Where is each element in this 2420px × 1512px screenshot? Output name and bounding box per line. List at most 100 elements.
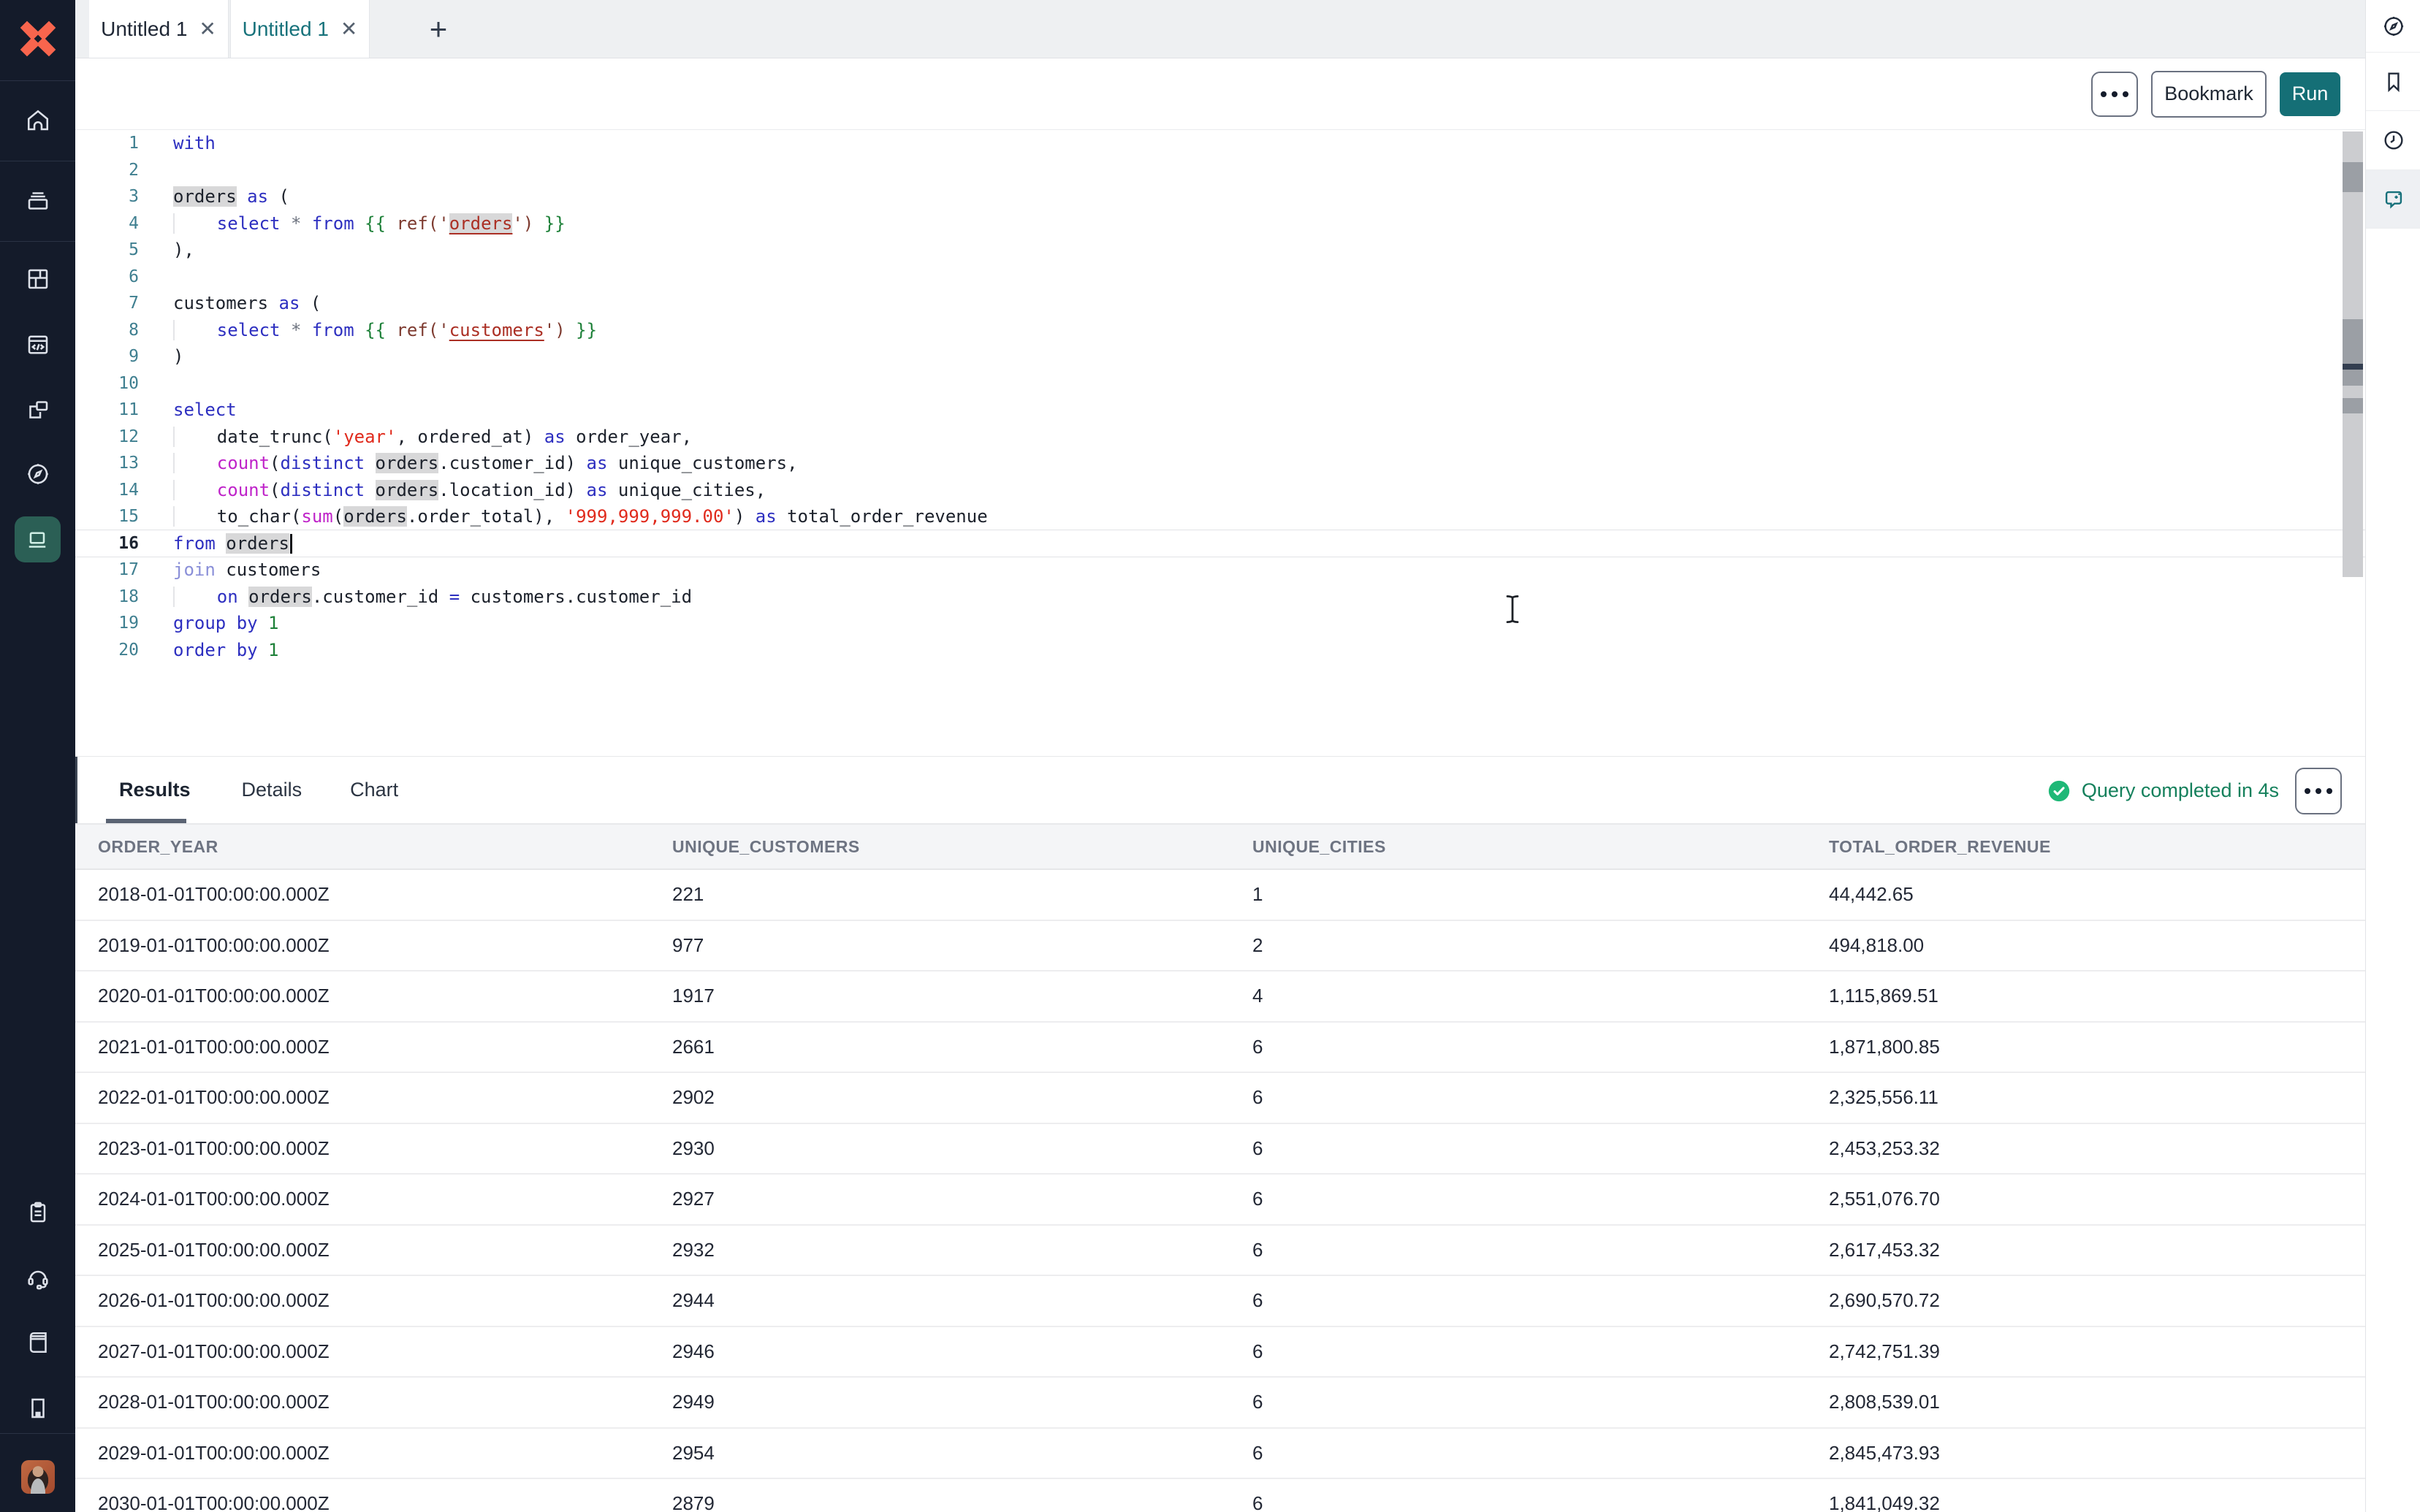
line-number: 11 <box>75 397 150 424</box>
templates-clipboard-icon[interactable] <box>0 1199 75 1226</box>
code-line[interactable]: 6 <box>75 264 2365 291</box>
code-line[interactable]: 18 on orders.customer_id = customers.cus… <box>75 584 2365 611</box>
table-row[interactable]: 2024-01-01T00:00:00.000Z292762,551,076.7… <box>75 1175 2365 1226</box>
code-text: order by 1 <box>150 637 279 664</box>
table-row[interactable]: 2023-01-01T00:00:00.000Z293062,453,253.3… <box>75 1124 2365 1175</box>
code-line[interactable]: 17join customers <box>75 557 2365 584</box>
table-cell: 6 <box>1252 1289 1829 1312</box>
line-number: 18 <box>75 584 150 611</box>
code-line[interactable]: 7customers as ( <box>75 290 2365 317</box>
bookmark-button[interactable]: Bookmark <box>2151 71 2267 118</box>
code-line[interactable]: 19group by 1 <box>75 610 2365 637</box>
tab-label: Untitled 1 <box>243 18 329 41</box>
text-caret <box>290 534 292 554</box>
table-row[interactable]: 2027-01-01T00:00:00.000Z294662,742,751.3… <box>75 1327 2365 1378</box>
tab-chart[interactable]: Chart <box>350 779 398 801</box>
explore-compass-icon[interactable] <box>2366 0 2420 53</box>
code-line[interactable]: 12 date_trunc('year', ordered_at) as ord… <box>75 424 2365 451</box>
bookmark-icon[interactable] <box>2366 53 2420 111</box>
code-line[interactable]: 4 select * from {{ ref('orders') }} <box>75 210 2365 237</box>
right-sidebar <box>2365 0 2420 1512</box>
table-cell: 6 <box>1252 1391 1829 1413</box>
code-text: on orders.customer_id = customers.custom… <box>150 584 692 611</box>
line-number: 13 <box>75 450 150 477</box>
table-cell: 977 <box>672 934 1252 957</box>
table-cell: 2019-01-01T00:00:00.000Z <box>98 934 672 957</box>
table-cell: 2,742,751.39 <box>1829 1340 2365 1363</box>
editor-scrollbar[interactable] <box>2343 131 2363 577</box>
home-icon[interactable] <box>0 107 75 134</box>
code-line[interactable]: 16from orders <box>75 530 2365 557</box>
table-row[interactable]: 2029-01-01T00:00:00.000Z295462,845,473.9… <box>75 1429 2365 1480</box>
code-line[interactable]: 11select <box>75 397 2365 424</box>
mouse-cursor-ibeam <box>1500 593 1525 629</box>
table-row[interactable]: 2025-01-01T00:00:00.000Z293262,617,453.3… <box>75 1226 2365 1277</box>
user-avatar[interactable] <box>21 1460 55 1494</box>
app-logo-x[interactable] <box>0 16 75 61</box>
table-cell: 2,617,453.32 <box>1829 1239 2365 1261</box>
close-icon[interactable]: ✕ <box>340 19 357 39</box>
code-line[interactable]: 9) <box>75 343 2365 370</box>
table-row[interactable]: 2019-01-01T00:00:00.000Z9772494,818.00 <box>75 921 2365 972</box>
table-cell: 2944 <box>672 1289 1252 1312</box>
table-cell: 2027-01-01T00:00:00.000Z <box>98 1340 672 1363</box>
table-row[interactable]: 2022-01-01T00:00:00.000Z290262,325,556.1… <box>75 1073 2365 1124</box>
line-number: 5 <box>75 237 150 264</box>
tab-untitled-2[interactable]: Untitled 1 ✕ <box>230 0 370 58</box>
table-cell: 6 <box>1252 1036 1829 1058</box>
results-more-button[interactable] <box>2295 768 2342 814</box>
table-cell: 2 <box>1252 934 1829 957</box>
organization-building-icon[interactable] <box>0 1395 75 1421</box>
column-header[interactable]: UNIQUE_CUSTOMERS <box>672 837 1252 857</box>
table-cell: 2879 <box>672 1492 1252 1512</box>
table-cell: 2024-01-01T00:00:00.000Z <box>98 1188 672 1210</box>
code-line[interactable]: 3orders as ( <box>75 183 2365 210</box>
explore-compass-icon[interactable] <box>0 461 75 487</box>
tab-untitled-1[interactable]: Untitled 1 ✕ <box>89 0 229 58</box>
history-clock-icon[interactable] <box>2366 111 2420 170</box>
ai-chat-sparkles-icon[interactable] <box>2366 170 2420 229</box>
code-line[interactable]: 8 select * from {{ ref('customers') }} <box>75 317 2365 344</box>
code-window-icon[interactable] <box>0 332 75 358</box>
tab-results[interactable]: Results <box>119 779 191 801</box>
table-cell: 2949 <box>672 1391 1252 1413</box>
tab-details[interactable]: Details <box>242 779 302 801</box>
close-icon[interactable]: ✕ <box>199 19 216 39</box>
code-line[interactable]: 13 count(distinct orders.customer_id) as… <box>75 450 2365 477</box>
column-header[interactable]: ORDER_YEAR <box>98 837 672 857</box>
table-row[interactable]: 2030-01-01T00:00:00.000Z287961,841,049.3… <box>75 1479 2365 1512</box>
docs-book-icon[interactable] <box>0 1329 75 1356</box>
table-row[interactable]: 2018-01-01T00:00:00.000Z221144,442.65 <box>75 870 2365 921</box>
column-header[interactable]: TOTAL_ORDER_REVENUE <box>1829 837 2365 857</box>
apps-grid-icon[interactable] <box>0 266 75 292</box>
table-row[interactable]: 2028-01-01T00:00:00.000Z294962,808,539.0… <box>75 1378 2365 1429</box>
table-row[interactable]: 2021-01-01T00:00:00.000Z266161,871,800.8… <box>75 1023 2365 1074</box>
table-row[interactable]: 2020-01-01T00:00:00.000Z191741,115,869.5… <box>75 971 2365 1023</box>
code-text: customers as ( <box>150 290 321 317</box>
code-line[interactable]: 1with <box>75 130 2365 157</box>
projects-drawer-icon[interactable] <box>0 188 75 214</box>
code-text: count(distinct orders.customer_id) as un… <box>150 450 798 477</box>
multi-window-icon[interactable] <box>0 397 75 423</box>
table-cell: 2023-01-01T00:00:00.000Z <box>98 1137 672 1160</box>
code-line[interactable]: 20order by 1 <box>75 637 2365 664</box>
support-headset-icon[interactable] <box>0 1265 75 1291</box>
plus-icon[interactable]: + <box>416 0 460 58</box>
code-line[interactable]: 10 <box>75 370 2365 397</box>
table-row[interactable]: 2026-01-01T00:00:00.000Z294462,690,570.7… <box>75 1276 2365 1327</box>
sql-editor[interactable]: 1with23orders as (4 select * from {{ ref… <box>75 130 2365 756</box>
run-button[interactable]: Run <box>2280 72 2340 116</box>
code-line[interactable]: 14 count(distinct orders.location_id) as… <box>75 477 2365 504</box>
code-line[interactable]: 2 <box>75 157 2365 184</box>
line-number: 3 <box>75 183 150 210</box>
column-header[interactable]: UNIQUE_CITIES <box>1252 837 1829 857</box>
code-line[interactable]: 15 to_char(sum(orders.order_total), '999… <box>75 503 2365 530</box>
code-line[interactable]: 5), <box>75 237 2365 264</box>
sidebar-item-notebook-active[interactable] <box>15 516 61 562</box>
code-text: ), <box>150 237 194 264</box>
table-cell: 2902 <box>672 1086 1252 1109</box>
table-cell: 2,551,076.70 <box>1829 1188 2365 1210</box>
more-options-button[interactable] <box>2091 72 2138 117</box>
sidebar-divider <box>0 80 75 81</box>
table-cell: 221 <box>672 883 1252 906</box>
